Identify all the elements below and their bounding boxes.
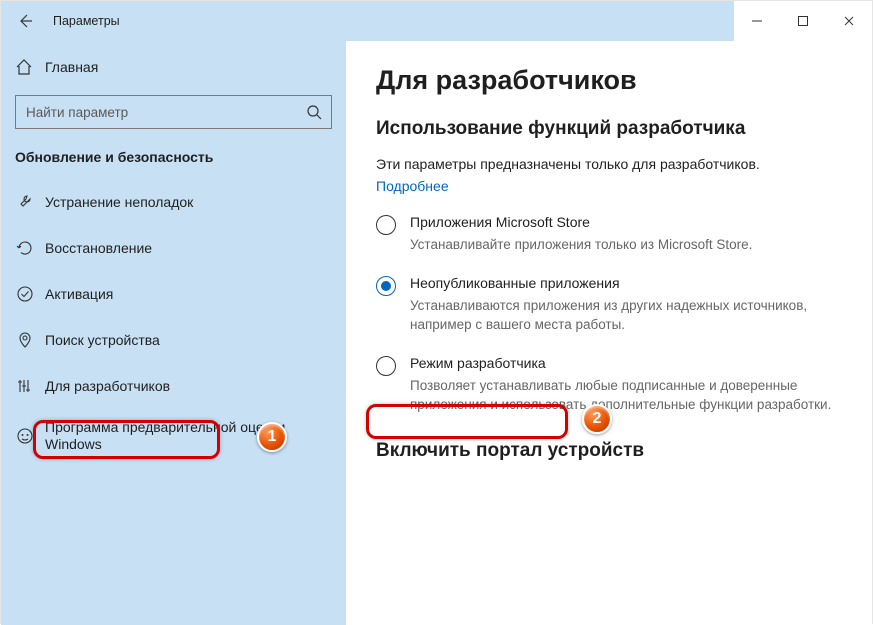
titlebar: Параметры <box>1 1 872 41</box>
radio-label: Неопубликованные приложения <box>410 275 842 291</box>
content-pane: Для разработчиков Использование функций … <box>346 41 872 625</box>
arrow-left-icon <box>17 13 33 29</box>
close-icon <box>843 15 855 27</box>
sidebar-item-insider[interactable]: Программа предварительной оценки Windows <box>1 409 346 463</box>
section-title: Использование функций разработчика <box>376 118 842 140</box>
sidebar-item-troubleshoot[interactable]: Устранение неполадок <box>1 179 346 225</box>
sidebar-item-label: Устранение неполадок <box>45 194 193 210</box>
learn-more-link[interactable]: Подробнее <box>376 178 449 194</box>
recovery-icon <box>15 238 35 258</box>
developer-icon <box>15 376 35 396</box>
window-title: Параметры <box>49 14 120 28</box>
sidebar-item-label: Для разработчиков <box>45 378 170 394</box>
radio-label: Режим разработчика <box>410 355 842 371</box>
sidebar-item-developers[interactable]: Для разработчиков <box>1 363 346 409</box>
sidebar-item-label: Поиск устройства <box>45 332 160 348</box>
sidebar-home[interactable]: Главная <box>1 45 346 89</box>
sidebar-item-find-device[interactable]: Поиск устройства <box>1 317 346 363</box>
radio-group: Приложения Microsoft Store Устанавливайт… <box>376 214 842 414</box>
search-input[interactable] <box>15 95 332 129</box>
intro-text: Эти параметры предназначены только для р… <box>376 156 842 172</box>
radio-desc: Устанавливайте приложения только из Micr… <box>410 236 752 255</box>
sidebar-item-activation[interactable]: Активация <box>1 271 346 317</box>
search-box[interactable] <box>15 95 332 129</box>
radio-store-apps[interactable]: Приложения Microsoft Store Устанавливайт… <box>376 214 842 255</box>
maximize-icon <box>797 15 809 27</box>
sidebar-item-label: Восстановление <box>45 240 152 256</box>
search-icon <box>306 104 322 120</box>
page-title: Для разработчиков <box>376 65 842 96</box>
back-button[interactable] <box>1 1 49 41</box>
sidebar: Главная Обновление и безопасность Устран… <box>1 41 346 625</box>
sidebar-item-recovery[interactable]: Восстановление <box>1 225 346 271</box>
sidebar-nav: Устранение неполадок Восстановление Акти… <box>1 179 346 463</box>
close-button[interactable] <box>826 1 872 41</box>
check-circle-icon <box>15 284 35 304</box>
minimize-button[interactable] <box>734 1 780 41</box>
radio-developer-mode[interactable]: Режим разработчика Позволяет устанавлива… <box>376 355 842 415</box>
sidebar-item-label: Программа предварительной оценки Windows <box>45 419 346 454</box>
radio-sideload-apps[interactable]: Неопубликованные приложения Устанавливаю… <box>376 275 842 335</box>
wrench-icon <box>15 192 35 212</box>
sidebar-item-label: Активация <box>45 286 113 302</box>
home-icon <box>15 58 33 76</box>
section-title-2: Включить портал устройств <box>376 440 842 462</box>
insider-icon <box>15 426 35 446</box>
radio-icon <box>376 356 396 376</box>
sidebar-home-label: Главная <box>45 59 98 75</box>
radio-desc: Устанавливаются приложения из других над… <box>410 297 842 335</box>
maximize-button[interactable] <box>780 1 826 41</box>
minimize-icon <box>751 15 763 27</box>
radio-label: Приложения Microsoft Store <box>410 214 752 230</box>
sidebar-category: Обновление и безопасность <box>1 139 346 179</box>
radio-desc: Позволяет устанавливать любые подписанны… <box>410 377 842 415</box>
radio-icon <box>376 276 396 296</box>
radio-icon <box>376 215 396 235</box>
location-icon <box>15 330 35 350</box>
